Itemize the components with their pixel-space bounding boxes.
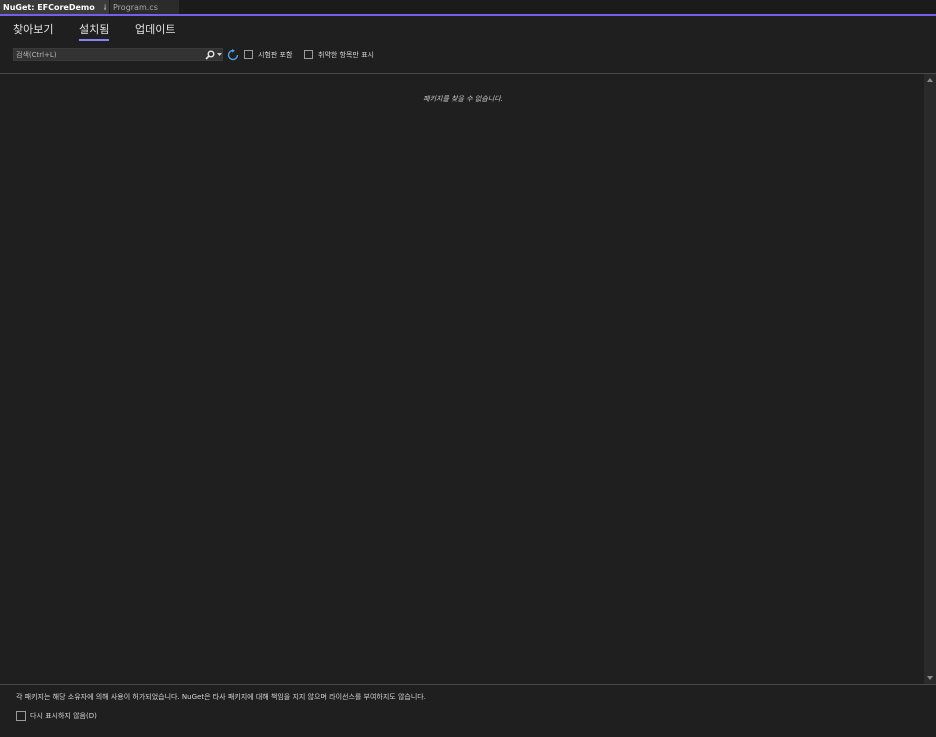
document-tab-label: NuGet: EFCoreDemo	[3, 2, 95, 12]
document-tab-label: Program.cs	[113, 2, 158, 12]
pin-icon[interactable]: ⊸	[101, 4, 109, 10]
search-box	[13, 48, 223, 61]
document-tab-strip: NuGet: EFCoreDemo ⊸ ✕ Program.cs	[0, 0, 936, 16]
tab-installed[interactable]: 설치됨	[79, 21, 110, 41]
vulnerable-only-checkbox[interactable]	[304, 50, 313, 59]
license-note: 각 패키지는 해당 소유자에 의해 사용이 허가되었습니다. NuGet은 타사…	[16, 693, 426, 701]
dont-show-again-checkbox[interactable]	[16, 711, 26, 721]
package-list: 패키지를 찾을 수 없습니다.	[0, 74, 924, 684]
refresh-icon[interactable]	[227, 49, 239, 61]
scroll-up-arrow-icon[interactable]	[927, 78, 933, 82]
chevron-down-icon[interactable]	[217, 53, 222, 57]
footer: 각 패키지는 해당 소유자에 의해 사용이 허가되었습니다. NuGet은 타사…	[0, 685, 936, 737]
search-row: 시험판 포함 취약한 항목만 표시	[0, 46, 936, 64]
nuget-package-manager-window: NuGet: EFCoreDemo ⊸ ✕ Program.cs 찾아보기 설치…	[0, 0, 936, 737]
nuget-nav-tabs: 찾아보기 설치됨 업데이트	[0, 16, 936, 42]
empty-message: 패키지를 찾을 수 없습니다.	[423, 95, 503, 103]
tab-updates[interactable]: 업데이트	[135, 21, 175, 37]
vulnerable-only-label: 취약한 항목만 표시	[318, 51, 374, 59]
include-prerelease-label: 시험판 포함	[258, 51, 293, 59]
search-input[interactable]	[16, 49, 201, 60]
include-prerelease-checkbox[interactable]	[244, 50, 253, 59]
document-tab-nuget[interactable]: NuGet: EFCoreDemo ⊸ ✕	[0, 0, 120, 14]
scroll-down-arrow-icon[interactable]	[927, 676, 933, 680]
document-tab-program-cs[interactable]: Program.cs	[110, 0, 179, 14]
dont-show-again-label: 다시 표시하지 않음(D)	[30, 712, 97, 720]
tab-browse[interactable]: 찾아보기	[13, 21, 53, 37]
search-icon[interactable]	[205, 50, 215, 60]
vertical-scrollbar[interactable]	[924, 74, 936, 684]
